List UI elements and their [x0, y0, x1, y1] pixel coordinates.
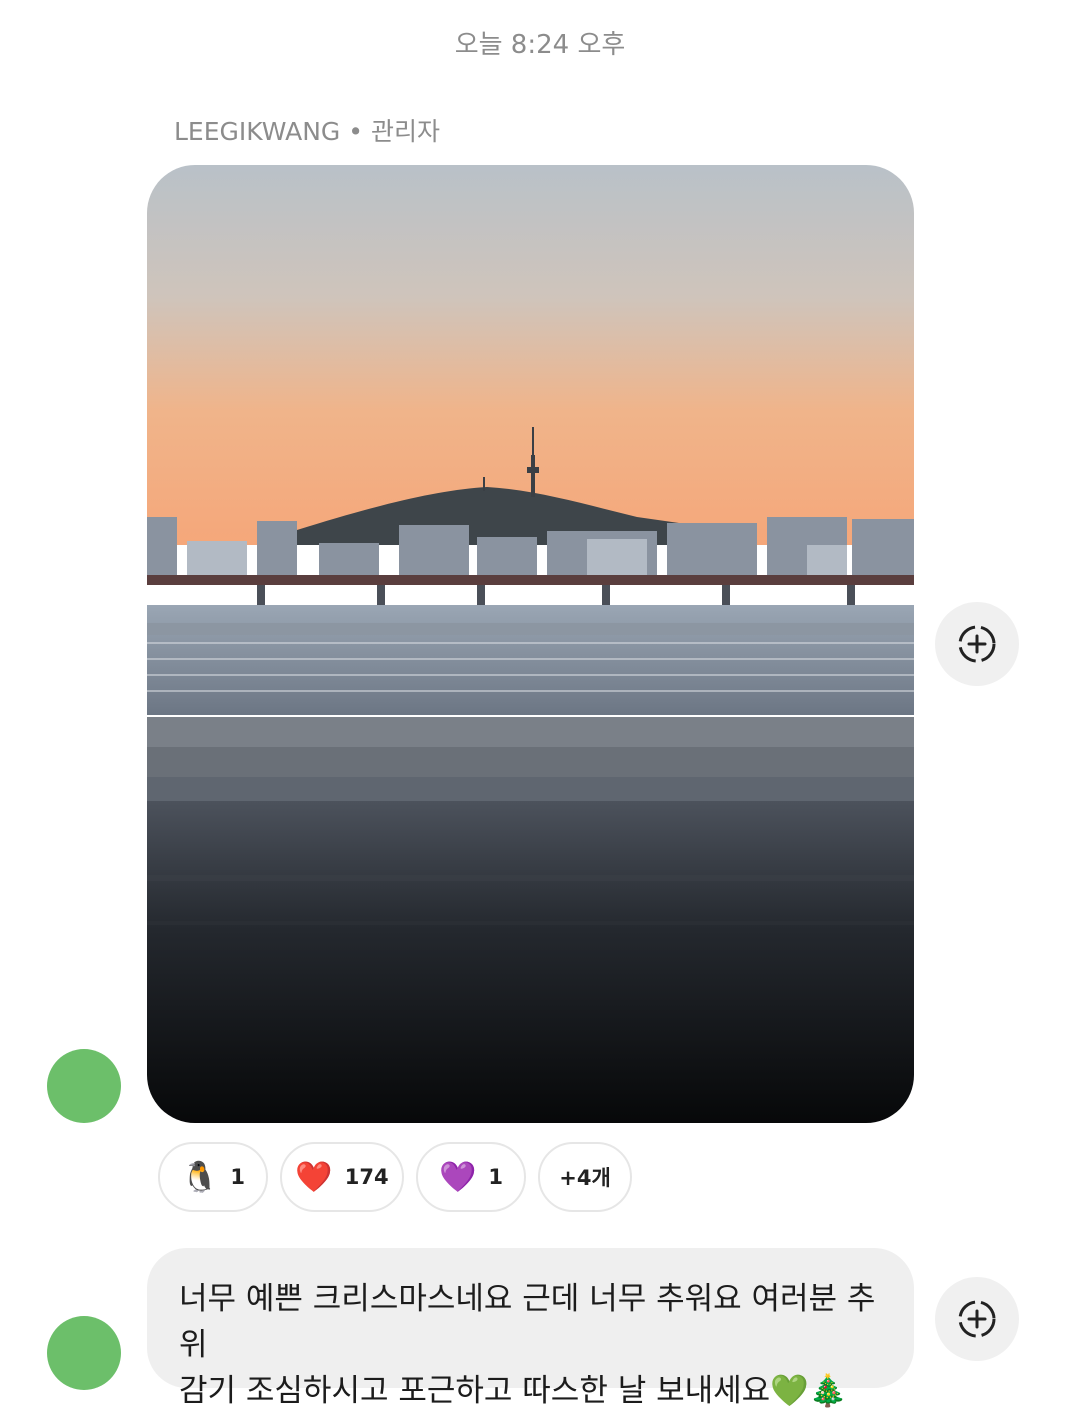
more-reactions-label: +4개 — [559, 1166, 611, 1190]
penguin-icon: 🐧 — [181, 1159, 219, 1195]
add-reaction-icon — [958, 625, 996, 663]
reaction-count: 174 — [344, 1165, 389, 1189]
reaction-bar: 🐧 1 ❤️ 174 💜 1 +4개 — [158, 1142, 632, 1212]
avatar[interactable] — [47, 1316, 121, 1390]
purple-heart-icon: 💜 — [439, 1159, 477, 1195]
avatar[interactable] — [47, 1049, 121, 1123]
add-reaction-button[interactable] — [935, 602, 1019, 686]
reaction-count: 1 — [230, 1165, 245, 1189]
sender-role: 관리자 — [370, 117, 440, 146]
more-reactions-button[interactable]: +4개 — [538, 1142, 632, 1212]
red-heart-icon: ❤️ — [295, 1159, 333, 1195]
reaction-penguin[interactable]: 🐧 1 — [158, 1142, 268, 1212]
sender-label: LEEGIKWANG • 관리자 — [174, 112, 440, 148]
sunset-river-photo — [147, 165, 914, 1123]
add-reaction-icon — [958, 1300, 996, 1338]
message-line-2: 감기 조심하시고 포근하고 따스한 날 보내세요💚🎄 — [179, 1373, 848, 1409]
chat-timestamp: 오늘 8:24 오후 — [454, 30, 626, 60]
reaction-count: 1 — [488, 1165, 503, 1189]
add-reaction-button[interactable] — [935, 1277, 1019, 1361]
sender-name: LEEGIKWANG — [174, 117, 341, 146]
reaction-heart[interactable]: ❤️ 174 — [280, 1142, 404, 1212]
sender-separator: • — [348, 117, 363, 146]
photo-message[interactable] — [147, 165, 914, 1123]
message-bubble[interactable]: 너무 예쁜 크리스마스네요 근데 너무 추워요 여러분 추위 감기 조심하시고 … — [147, 1248, 914, 1409]
reaction-purple-heart[interactable]: 💜 1 — [416, 1142, 526, 1212]
message-line-1: 너무 예쁜 크리스마스네요 근데 너무 추워요 여러분 추위 — [179, 1281, 876, 1363]
